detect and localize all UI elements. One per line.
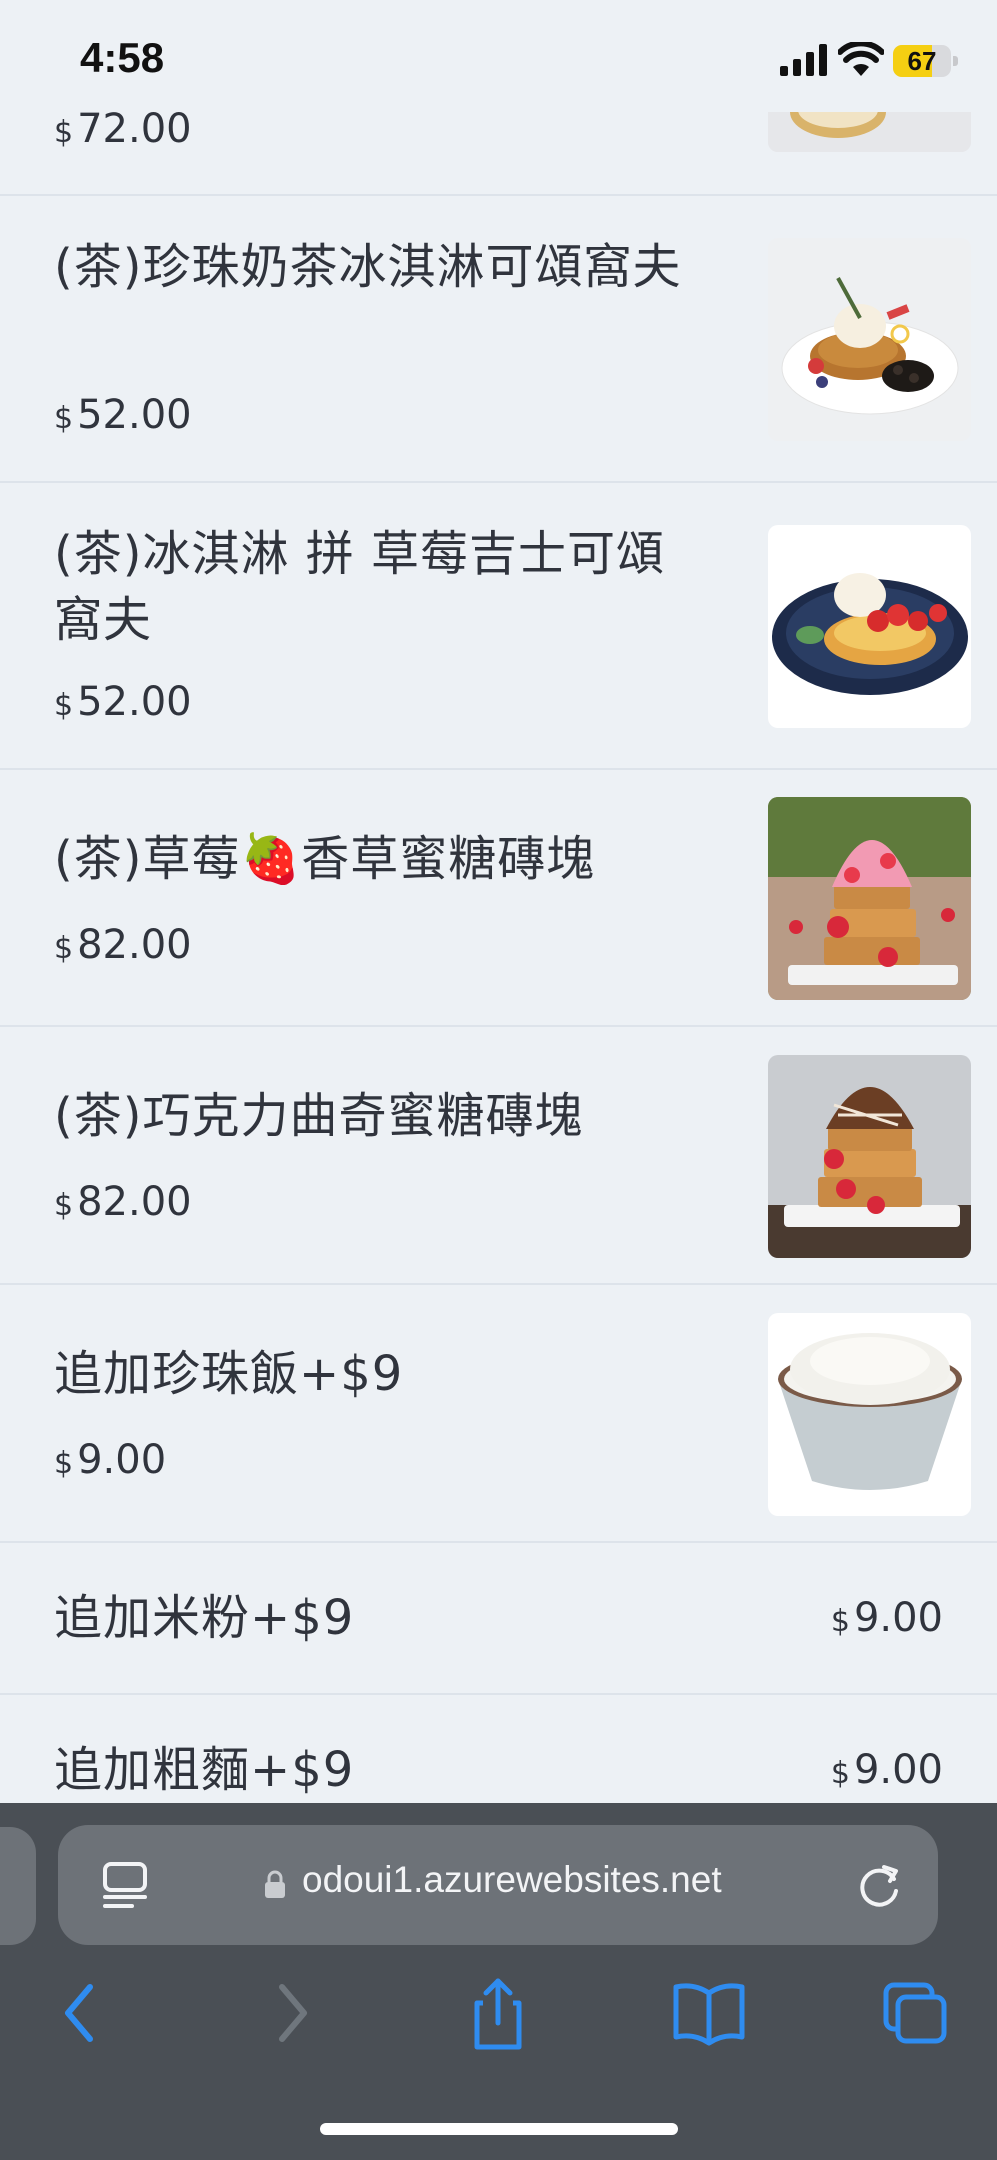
item-name: 追加粗麵+$9 (54, 1742, 355, 1798)
tabs-icon[interactable] (870, 1973, 960, 2053)
status-bar: 4:58 67 (0, 0, 997, 120)
item-price: $82.00 (54, 1179, 192, 1225)
menu-item[interactable]: (茶)草莓🍓香草蜜糖磚塊 $82.00 (0, 770, 997, 1027)
item-name: (茶)草莓🍓香草蜜糖磚塊 (54, 831, 596, 887)
reload-icon[interactable] (856, 1861, 904, 1909)
screen: 4:58 67 $72.00 (茶)珍珠奶茶冰淇淋可頌窩夫 $ 52.00 (茶… (0, 0, 997, 2160)
wifi-icon (838, 42, 884, 76)
home-indicator[interactable] (320, 2123, 678, 2135)
item-name: (茶)冰淇淋 拼 草莓吉士可頌窩夫 (54, 526, 665, 648)
item-price: $9.00 (830, 1747, 943, 1793)
item-price: $52.00 (54, 392, 192, 438)
menu-item[interactable]: (茶)冰淇淋 拼 草莓吉士可頌窩夫 $52.00 (0, 483, 997, 770)
menu-item[interactable]: (茶)巧克力曲奇蜜糖磚塊 $82.00 (0, 1027, 997, 1285)
strawberry-custard-croffle-photo (768, 525, 971, 728)
address-bar[interactable]: odoui1.azurewebsites.net (58, 1825, 938, 1945)
item-price: $82.00 (54, 922, 192, 968)
battery-body: 67 (893, 45, 951, 77)
status-time: 4:58 (80, 34, 165, 81)
item-price: $9.00 (54, 1437, 167, 1483)
lock-icon (265, 1870, 285, 1898)
url-text[interactable]: odoui1.azurewebsites.net (302, 1859, 722, 1901)
book-icon[interactable] (664, 1973, 754, 2053)
rice-bowl-photo (768, 1313, 971, 1516)
battery-level: 67 (907, 46, 937, 76)
battery-indicator: 67 (893, 45, 959, 77)
item-name: (茶)巧克力曲奇蜜糖磚塊 (54, 1088, 584, 1144)
menu-item[interactable]: 追加米粉+$9 $9.00 (0, 1543, 997, 1695)
item-name: 追加米粉+$9 (54, 1590, 355, 1646)
chocolate-honey-toast-photo (768, 1055, 971, 1258)
reader-mode-icon[interactable] (102, 1861, 148, 1909)
battery-cap (953, 56, 958, 66)
pearl-milk-tea-croffle-photo (768, 238, 971, 441)
chevron-left-icon[interactable] (34, 1973, 124, 2053)
previous-tab-preview[interactable] (0, 1827, 36, 1945)
strawberry-honey-toast-photo (768, 797, 971, 1000)
cellular-signal-icon (780, 44, 827, 76)
item-price: $52.00 (54, 679, 192, 725)
browser-toolbar: odoui1.azurewebsites.net (0, 1803, 997, 2160)
chevron-right-icon[interactable] (248, 1973, 338, 2053)
share-icon[interactable] (453, 1973, 543, 2053)
item-name: 追加珍珠飯+$9 (54, 1346, 404, 1402)
menu-item[interactable]: (茶)珍珠奶茶冰淇淋可頌窩夫 $52.00 (0, 196, 997, 483)
menu-item[interactable]: 追加珍珠飯+$9 $9.00 (0, 1285, 997, 1543)
item-price: $9.00 (830, 1595, 943, 1641)
item-name: (茶)珍珠奶茶冰淇淋可頌窩夫 (54, 239, 682, 295)
